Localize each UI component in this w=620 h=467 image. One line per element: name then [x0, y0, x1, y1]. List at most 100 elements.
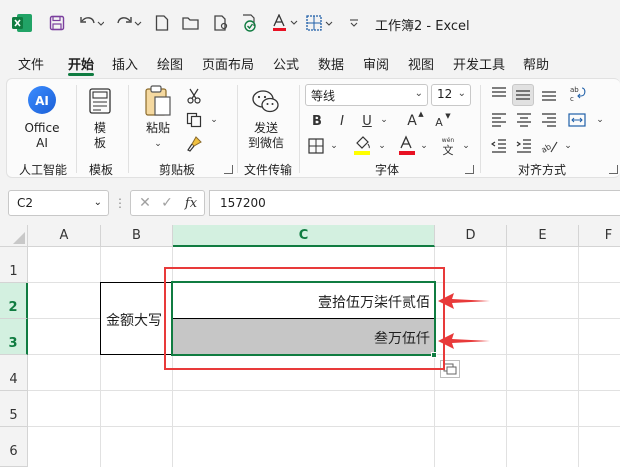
- merge-dropdown-icon[interactable]: ⌄: [595, 115, 605, 125]
- align-top-icon[interactable]: [489, 85, 509, 103]
- formula-input[interactable]: 157200: [209, 190, 620, 216]
- cut-icon[interactable]: [185, 87, 203, 105]
- ribbon: AI Office AI 人工智能 模 板 模板 粘贴 ⌄ ⌄ 剪贴板 发送 到…: [6, 78, 620, 178]
- borders-quick-icon[interactable]: [305, 12, 335, 34]
- fill-color-icon[interactable]: [353, 135, 373, 157]
- tab-review[interactable]: 审阅: [363, 54, 389, 73]
- font-color-dropdown-icon[interactable]: ⌄: [419, 141, 429, 151]
- new-file-icon[interactable]: [153, 12, 171, 34]
- gridline: [28, 390, 620, 391]
- align-bottom-icon[interactable]: [539, 85, 559, 103]
- align-middle-icon[interactable]: [512, 84, 534, 106]
- underline-button[interactable]: U: [359, 112, 375, 130]
- orientation-icon[interactable]: ab: [539, 137, 559, 155]
- row-header-1[interactable]: 1: [0, 247, 28, 283]
- worksheet-grid: A B C D E F 1 2 3 4 5 6 金额大写 壹拾伍万柒仟贰佰 叁万…: [0, 225, 620, 467]
- paste-dropdown-icon[interactable]: ⌄: [153, 139, 163, 149]
- column-header-d[interactable]: D: [435, 225, 507, 247]
- print-preview-icon[interactable]: [211, 12, 231, 34]
- cell-b2-merged[interactable]: 金额大写: [100, 282, 173, 355]
- tab-help[interactable]: 帮助: [523, 54, 549, 73]
- office-ai-icon[interactable]: AI: [27, 85, 57, 115]
- align-center-icon[interactable]: [514, 111, 534, 129]
- orientation-dropdown-icon[interactable]: ⌄: [563, 141, 573, 151]
- alignment-dialog-launcher-icon[interactable]: [609, 165, 618, 174]
- row-header-5[interactable]: 5: [0, 391, 28, 427]
- group-separator: [480, 85, 481, 173]
- phonetic-icon[interactable]: wén 文: [437, 135, 459, 157]
- merge-center-icon[interactable]: [567, 111, 587, 129]
- underline-dropdown-icon[interactable]: ⌄: [379, 115, 389, 125]
- group-separator: [128, 85, 129, 173]
- font-dialog-launcher-icon[interactable]: [465, 165, 474, 174]
- format-painter-icon[interactable]: [185, 135, 203, 153]
- borders-dropdown-icon[interactable]: ⌄: [329, 141, 339, 151]
- tab-formulas[interactable]: 公式: [273, 54, 299, 73]
- row-header-4[interactable]: 4: [0, 355, 28, 391]
- template-button[interactable]: 模 板: [87, 121, 113, 151]
- group-label-template: 模板: [88, 163, 113, 177]
- gridline: [578, 247, 579, 467]
- send-to-wechat-icon[interactable]: [251, 87, 281, 117]
- tab-draw[interactable]: 绘图: [157, 54, 183, 73]
- save-icon[interactable]: [46, 12, 68, 34]
- paste-icon[interactable]: [143, 85, 173, 117]
- italic-button[interactable]: I: [334, 112, 350, 130]
- bold-button[interactable]: B: [309, 112, 325, 130]
- template-label-2: 板: [93, 136, 106, 150]
- insert-function-icon[interactable]: fx: [181, 194, 201, 212]
- title-bar: 工作簿2 - Excel: [0, 0, 620, 46]
- tab-page-layout[interactable]: 页面布局: [202, 54, 254, 73]
- undo-icon[interactable]: [76, 12, 106, 34]
- column-header-b[interactable]: B: [101, 225, 173, 247]
- more-options-icon[interactable]: ⋮: [114, 194, 126, 212]
- row-header-2[interactable]: 2: [0, 283, 28, 319]
- column-header-e[interactable]: E: [507, 225, 579, 247]
- fill-color-dropdown-icon[interactable]: ⌄: [377, 141, 387, 151]
- align-left-icon[interactable]: [489, 111, 509, 129]
- decrease-indent-icon[interactable]: [489, 137, 509, 155]
- tab-data[interactable]: 数据: [318, 54, 344, 73]
- tab-developer[interactable]: 开发工具: [453, 54, 505, 73]
- clipboard-dialog-launcher-icon[interactable]: [224, 165, 233, 174]
- borders-icon[interactable]: [307, 137, 325, 155]
- column-header-a[interactable]: A: [28, 225, 101, 247]
- svg-text:ab: ab: [540, 142, 553, 154]
- office-ai-button[interactable]: Office AI: [19, 121, 65, 151]
- copy-dropdown-icon[interactable]: ⌄: [209, 115, 219, 125]
- enter-icon[interactable]: ✓: [159, 195, 175, 211]
- tab-insert[interactable]: 插入: [112, 54, 138, 73]
- svg-text:wén: wén: [442, 137, 455, 144]
- font-size-dropdown-icon[interactable]: ⌄: [458, 88, 466, 99]
- font-size-combo[interactable]: 12 ⌄: [431, 84, 471, 106]
- paste-button[interactable]: 粘贴: [141, 121, 175, 136]
- copy-icon[interactable]: [185, 111, 203, 129]
- open-folder-icon[interactable]: [181, 12, 201, 34]
- template-icon[interactable]: [87, 87, 113, 115]
- svg-text:AI: AI: [35, 94, 49, 108]
- name-box-dropdown-icon[interactable]: ⌄: [94, 197, 102, 208]
- redo-icon[interactable]: [114, 12, 144, 34]
- column-header-f[interactable]: F: [579, 225, 620, 247]
- send-to-wechat-button[interactable]: 发送 到微信: [243, 121, 289, 151]
- tab-file[interactable]: 文件: [18, 54, 44, 73]
- align-right-icon[interactable]: [539, 111, 559, 129]
- customize-quick-access-icon[interactable]: [347, 12, 361, 34]
- column-header-c[interactable]: C: [173, 225, 435, 247]
- font-name-combo[interactable]: 等线 ⌄: [305, 84, 428, 106]
- font-color-quick-icon[interactable]: [270, 12, 300, 34]
- wrap-text-icon[interactable]: ab c: [567, 83, 589, 105]
- increase-indent-icon[interactable]: [514, 137, 534, 155]
- tab-home[interactable]: 开始: [68, 54, 94, 73]
- tab-view[interactable]: 视图: [408, 54, 434, 73]
- name-box[interactable]: C2 ⌄: [8, 190, 109, 216]
- row-header-6[interactable]: 6: [0, 427, 28, 467]
- active-tab-indicator: [68, 73, 94, 76]
- spell-check-icon[interactable]: [240, 12, 262, 34]
- font-color-icon[interactable]: [397, 135, 417, 157]
- cancel-icon[interactable]: ✕: [137, 195, 153, 211]
- select-all-corner[interactable]: [0, 225, 28, 247]
- font-name-dropdown-icon[interactable]: ⌄: [415, 88, 423, 99]
- row-header-3[interactable]: 3: [0, 319, 28, 355]
- phonetic-dropdown-icon[interactable]: ⌄: [461, 141, 471, 151]
